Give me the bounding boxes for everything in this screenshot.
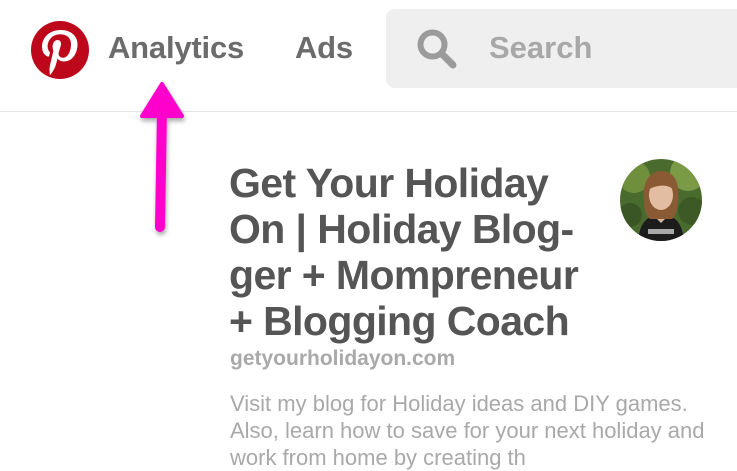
arrow-up-icon xyxy=(136,80,198,245)
search-bar[interactable] xyxy=(386,9,737,88)
avatar[interactable] xyxy=(620,159,702,241)
nav-ads-link[interactable]: Ads xyxy=(295,30,353,66)
search-icon[interactable] xyxy=(416,28,458,75)
profile-website-link[interactable]: getyourholidayon.com xyxy=(230,347,455,371)
profile-title: Get Your Holiday On | Holiday Blog-ger +… xyxy=(229,160,579,344)
pinterest-logo-icon[interactable] xyxy=(31,21,89,79)
top-navigation-bar: Analytics Ads xyxy=(0,0,737,112)
profile-bio: Visit my blog for Holiday ideas and DIY … xyxy=(230,391,705,470)
nav-analytics-link[interactable]: Analytics xyxy=(108,30,244,66)
search-input[interactable] xyxy=(489,26,737,70)
